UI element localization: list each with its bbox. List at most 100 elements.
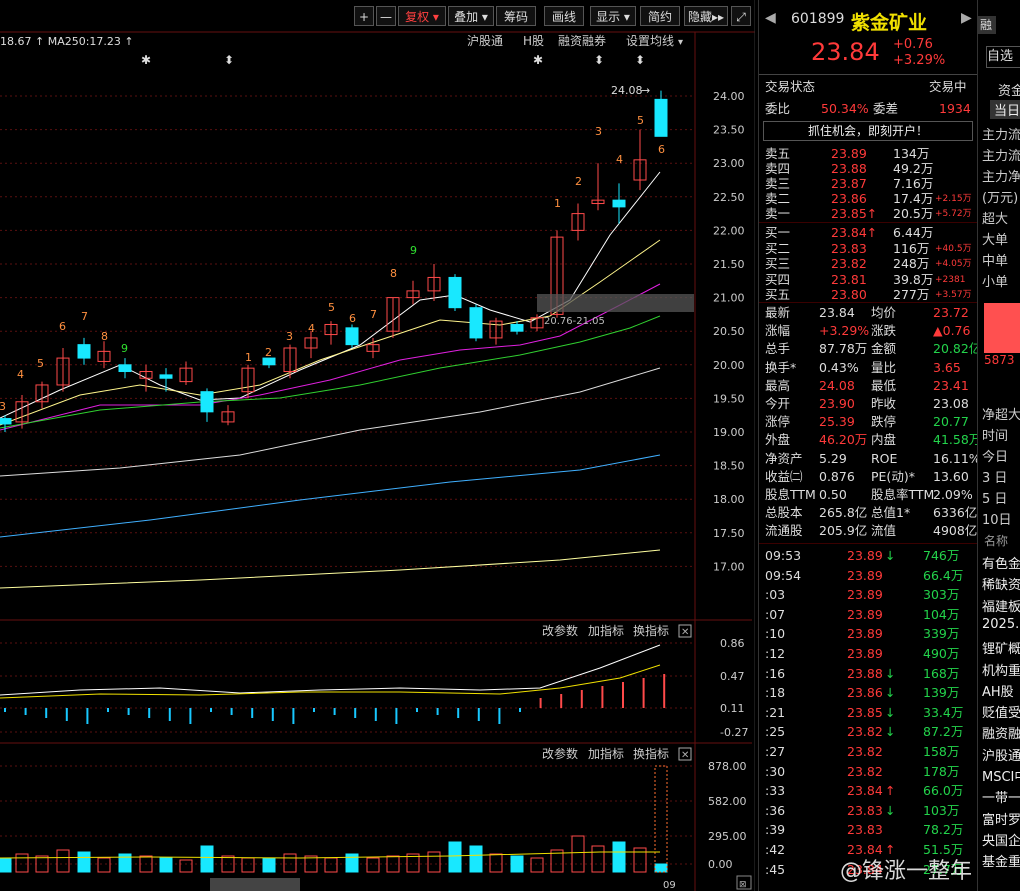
- macd-switch-indicator[interactable]: 换指标: [633, 623, 669, 638]
- tab-today[interactable]: 当日: [990, 100, 1020, 119]
- stat-value: 23.72: [933, 305, 969, 320]
- link-hgt[interactable]: 沪股通: [467, 34, 503, 48]
- tick-price: 23.83: [847, 822, 883, 838]
- stock-code: 601899: [791, 11, 845, 27]
- concept-item[interactable]: 2025.: [982, 617, 1019, 632]
- price-tick: 24.00: [713, 90, 745, 103]
- concept-item[interactable]: 机构重: [982, 660, 1020, 679]
- link-h-share[interactable]: H股: [523, 34, 544, 48]
- stat-label: 最低: [871, 377, 897, 393]
- vol-bar: [386, 855, 400, 873]
- tick-time: :03: [765, 587, 786, 603]
- concept-item[interactable]: 一带一: [982, 787, 1020, 806]
- link-ma-settings[interactable]: 设置均线: [626, 34, 674, 48]
- concept-item[interactable]: MSCI中: [982, 766, 1020, 785]
- rong-badge: 融: [978, 16, 996, 34]
- weicha-label: 委差: [873, 101, 899, 116]
- tick-row: :16 23.88 ↓ 168万: [759, 665, 977, 683]
- concept-item[interactable]: 锂矿概: [982, 638, 1020, 657]
- vol-switch-indicator[interactable]: 换指标: [633, 746, 669, 761]
- stat-value: 20.82亿: [933, 341, 982, 357]
- tick-time: :16: [765, 665, 786, 681]
- event-star-icon[interactable]: ✱: [141, 53, 151, 67]
- concept-item[interactable]: 福建板: [982, 596, 1020, 615]
- stat-value: 87.78万: [819, 341, 868, 357]
- stat-label: 量比: [871, 359, 897, 375]
- prev-stock-icon[interactable]: ◀: [765, 10, 776, 26]
- concept-item[interactable]: 贬值受: [982, 702, 1020, 721]
- high-arrow-icon: →: [641, 84, 650, 97]
- open-account-banner[interactable]: 抓住机会，即刻开户！: [763, 121, 973, 141]
- stat-label: 总手: [765, 341, 791, 357]
- macd-close-x[interactable]: ✕: [681, 627, 689, 638]
- kline-chart[interactable]: 18.67 ↑ MA250:17.23 ↑ 沪股通 H股 融资融券 设置均线 ▾…: [0, 0, 755, 891]
- tick-row: :12 23.89 490万: [759, 645, 977, 663]
- flow-period: 时间: [982, 429, 1009, 444]
- stat-value: 4908亿: [933, 523, 978, 539]
- stat-value: 6336亿: [933, 505, 978, 521]
- td-number: 8: [101, 330, 108, 343]
- stat-value: 16.11%: [933, 450, 981, 466]
- concept-item[interactable]: 沪股通: [982, 745, 1020, 764]
- tab-capital[interactable]: 资金: [998, 80, 1020, 99]
- event-star-icon[interactable]: ✱: [533, 53, 543, 67]
- stat-value: 46.20万: [819, 432, 868, 448]
- link-margin[interactable]: 融资融券: [558, 33, 606, 48]
- vol-edit-params[interactable]: 改参数: [542, 746, 578, 761]
- stat-value: 25.39: [819, 414, 855, 430]
- tick-price: 23.88: [847, 665, 883, 681]
- vol-bar: [15, 853, 29, 873]
- event-diamond-icon[interactable]: ⬍: [635, 53, 645, 67]
- vol-add-indicator[interactable]: 加指标: [588, 746, 624, 761]
- tick-price: 23.89: [847, 548, 883, 563]
- price-tick: 18.00: [713, 493, 745, 506]
- concept-item[interactable]: 有色金: [982, 553, 1020, 572]
- macd-tick: 0.47: [720, 670, 745, 683]
- watermark: @锋涨一整年: [840, 859, 973, 884]
- concept-item[interactable]: 央国企: [982, 830, 1020, 849]
- next-stock-icon[interactable]: ▶: [961, 10, 972, 26]
- ask-price: 23.85↑: [831, 206, 878, 221]
- stat-value: 3.65: [933, 359, 961, 375]
- scroll-right-glyph[interactable]: ⊠: [739, 880, 747, 890]
- status-value: 交易中: [929, 79, 967, 94]
- tick-volume: 66.4万: [923, 567, 964, 583]
- capital-flow-panel: 融 自选 资金 当日 主力流主力流主力净(万元)超大大单中单小单 5873 净超…: [977, 0, 1020, 891]
- flow-label: 小单: [982, 275, 1009, 290]
- tick-arrow: ↓: [885, 548, 896, 563]
- tick-volume: 66.0万: [923, 783, 964, 799]
- macd-add-indicator[interactable]: 加指标: [588, 623, 624, 638]
- concept-item[interactable]: AH股: [982, 681, 1014, 700]
- flow-label: 超大: [982, 212, 1009, 227]
- vol-close-x[interactable]: ✕: [681, 750, 689, 761]
- horizontal-scrollbar[interactable]: [210, 878, 300, 891]
- add-watchlist-button[interactable]: 自选: [986, 46, 1020, 68]
- candlesticks: [0, 90, 668, 432]
- macd-edit-params[interactable]: 改参数: [542, 623, 578, 638]
- candle-body: [510, 323, 524, 332]
- price-change: +0.76: [893, 37, 933, 52]
- event-diamond-icon[interactable]: ⬍: [224, 53, 234, 67]
- ma-line: [0, 367, 661, 477]
- tick-row: :21 23.85 ↓ 33.4万: [759, 704, 977, 722]
- concept-item[interactable]: 基金重: [982, 851, 1020, 870]
- flow-label: 主力流: [982, 149, 1020, 164]
- vol-bar: [0, 857, 12, 873]
- stat-label: 流值: [871, 523, 897, 539]
- price-tick: 20.50: [713, 325, 745, 338]
- concept-item[interactable]: 富时罗: [982, 809, 1020, 828]
- tick-arrow: ↓: [885, 665, 896, 681]
- ask-change: +5.72万: [935, 209, 972, 219]
- price-tick: 23.50: [713, 124, 745, 137]
- stat-label: 金额: [871, 341, 897, 357]
- price-tick: 19.50: [713, 392, 745, 405]
- concept-item[interactable]: 融资融: [982, 723, 1020, 742]
- event-diamond-icon[interactable]: ⬍: [594, 53, 604, 67]
- stat-value: +3.29%: [819, 323, 870, 339]
- tick-price: 23.89: [847, 646, 883, 661]
- candle-body: [77, 344, 91, 359]
- weibi-label: 委比: [765, 101, 791, 116]
- vol-bar: [324, 857, 338, 873]
- ma-settings-arrow-icon[interactable]: ▾: [678, 37, 683, 48]
- concept-item[interactable]: 稀缺资: [982, 574, 1020, 593]
